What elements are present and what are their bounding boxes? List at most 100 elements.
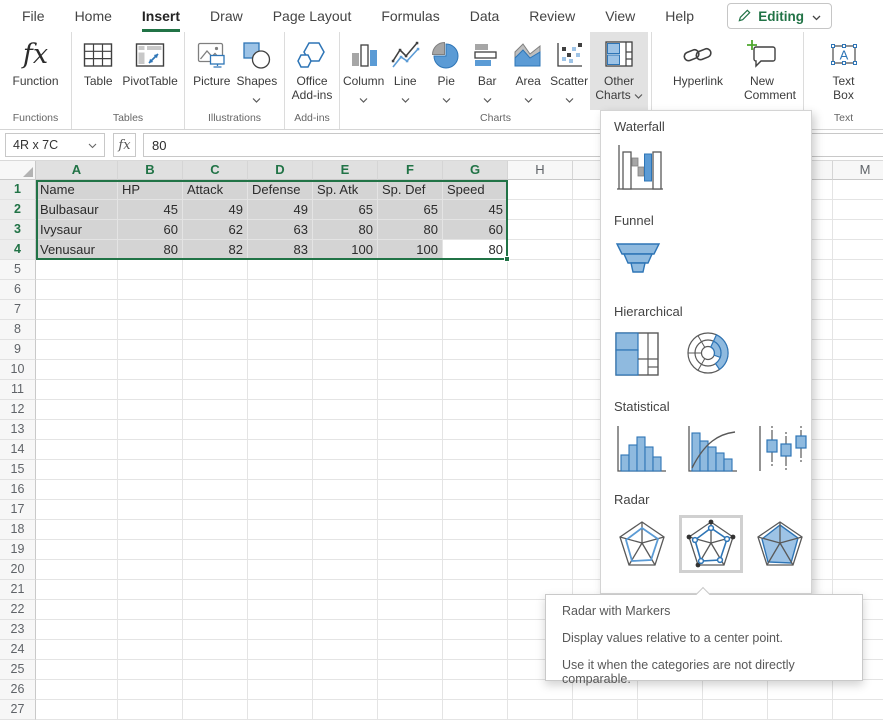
cell-H11[interactable]	[508, 380, 573, 400]
cell-E23[interactable]	[313, 620, 378, 640]
cell-B13[interactable]	[118, 420, 183, 440]
tab-view[interactable]: View	[605, 0, 635, 32]
cell-C7[interactable]	[183, 300, 248, 320]
new-comment-button[interactable]: New Comment	[742, 32, 782, 110]
funnel-chart-item[interactable]	[614, 240, 662, 278]
editing-mode-button[interactable]: Editing	[727, 3, 832, 29]
text-box-button[interactable]: A Text Box	[824, 32, 864, 110]
cell-E8[interactable]	[313, 320, 378, 340]
cell-H5[interactable]	[508, 260, 573, 280]
row-header-9[interactable]: 9	[0, 340, 36, 360]
cell-A26[interactable]	[36, 680, 118, 700]
cell-C18[interactable]	[183, 520, 248, 540]
cell-D24[interactable]	[248, 640, 313, 660]
cell-E15[interactable]	[313, 460, 378, 480]
cell-F15[interactable]	[378, 460, 443, 480]
cell-E26[interactable]	[313, 680, 378, 700]
cell-D10[interactable]	[248, 360, 313, 380]
cell-A23[interactable]	[36, 620, 118, 640]
cell-B15[interactable]	[118, 460, 183, 480]
cell-A24[interactable]	[36, 640, 118, 660]
cell-E22[interactable]	[313, 600, 378, 620]
cell-E4[interactable]: 100	[313, 240, 378, 260]
table-button[interactable]: Table	[78, 32, 118, 110]
cell-F22[interactable]	[378, 600, 443, 620]
cell-E11[interactable]	[313, 380, 378, 400]
row-header-17[interactable]: 17	[0, 500, 36, 520]
cell-F26[interactable]	[378, 680, 443, 700]
cell-B19[interactable]	[118, 540, 183, 560]
cell-G11[interactable]	[443, 380, 508, 400]
cell-A12[interactable]	[36, 400, 118, 420]
row-header-25[interactable]: 25	[0, 660, 36, 680]
cell-M13[interactable]	[833, 420, 883, 440]
row-header-20[interactable]: 20	[0, 560, 36, 580]
cell-E14[interactable]	[313, 440, 378, 460]
cell-D15[interactable]	[248, 460, 313, 480]
cell-A9[interactable]	[36, 340, 118, 360]
row-header-24[interactable]: 24	[0, 640, 36, 660]
tab-home[interactable]: Home	[75, 0, 112, 32]
cell-M11[interactable]	[833, 380, 883, 400]
cell-M12[interactable]	[833, 400, 883, 420]
cell-D8[interactable]	[248, 320, 313, 340]
cell-H2[interactable]	[508, 200, 573, 220]
cell-M8[interactable]	[833, 320, 883, 340]
office-addins-button[interactable]: Office Add-ins	[287, 32, 337, 110]
cell-C27[interactable]	[183, 700, 248, 720]
column-header-H[interactable]: H	[508, 161, 573, 180]
column-header-D[interactable]: D	[248, 161, 313, 180]
cell-M27[interactable]	[833, 700, 883, 720]
cell-G3[interactable]: 60	[443, 220, 508, 240]
cell-H16[interactable]	[508, 480, 573, 500]
cell-F23[interactable]	[378, 620, 443, 640]
cell-E6[interactable]	[313, 280, 378, 300]
filled-radar-chart-item[interactable]	[752, 519, 808, 569]
cell-M20[interactable]	[833, 560, 883, 580]
insert-function-button[interactable]: fx	[113, 133, 136, 157]
cell-F13[interactable]	[378, 420, 443, 440]
cell-B1[interactable]: HP	[118, 180, 183, 200]
cell-G19[interactable]	[443, 540, 508, 560]
cell-M6[interactable]	[833, 280, 883, 300]
cell-E12[interactable]	[313, 400, 378, 420]
cell-G22[interactable]	[443, 600, 508, 620]
cell-C5[interactable]	[183, 260, 248, 280]
cell-E3[interactable]: 80	[313, 220, 378, 240]
row-header-3[interactable]: 3	[0, 220, 36, 240]
histogram-chart-item[interactable]	[614, 424, 668, 474]
row-header-1[interactable]: 1	[0, 180, 36, 200]
cell-D4[interactable]: 83	[248, 240, 313, 260]
cell-C25[interactable]	[183, 660, 248, 680]
cell-G2[interactable]: 45	[443, 200, 508, 220]
cell-E24[interactable]	[313, 640, 378, 660]
select-all-button[interactable]	[0, 161, 36, 180]
cell-G16[interactable]	[443, 480, 508, 500]
row-header-6[interactable]: 6	[0, 280, 36, 300]
cell-H18[interactable]	[508, 520, 573, 540]
cell-H12[interactable]	[508, 400, 573, 420]
cell-A19[interactable]	[36, 540, 118, 560]
cell-F9[interactable]	[378, 340, 443, 360]
cell-M9[interactable]	[833, 340, 883, 360]
fill-handle[interactable]	[504, 256, 510, 262]
cell-H13[interactable]	[508, 420, 573, 440]
column-header-M[interactable]: M	[833, 161, 883, 180]
cell-H14[interactable]	[508, 440, 573, 460]
cell-D23[interactable]	[248, 620, 313, 640]
cell-H7[interactable]	[508, 300, 573, 320]
cell-H6[interactable]	[508, 280, 573, 300]
picture-button[interactable]: Picture	[192, 32, 232, 110]
cell-L27[interactable]	[768, 700, 833, 720]
row-header-15[interactable]: 15	[0, 460, 36, 480]
cell-M17[interactable]	[833, 500, 883, 520]
cell-D25[interactable]	[248, 660, 313, 680]
cell-G8[interactable]	[443, 320, 508, 340]
cell-F2[interactable]: 65	[378, 200, 443, 220]
column-header-E[interactable]: E	[313, 161, 378, 180]
function-button[interactable]: fx Function	[12, 32, 58, 110]
cell-G14[interactable]	[443, 440, 508, 460]
cell-B25[interactable]	[118, 660, 183, 680]
cell-C23[interactable]	[183, 620, 248, 640]
cell-M5[interactable]	[833, 260, 883, 280]
